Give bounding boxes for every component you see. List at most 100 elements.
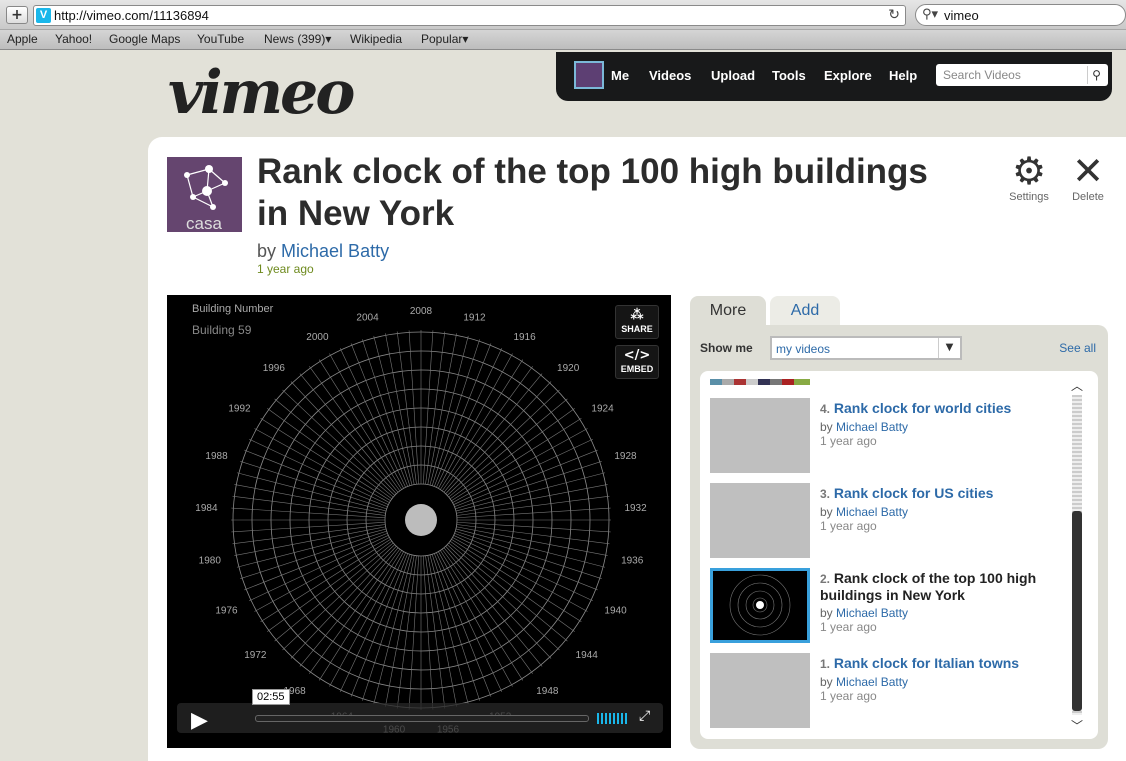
time-indicator: 02:55 <box>252 689 290 705</box>
clock-year-label: 1976 <box>215 605 238 616</box>
list-item-author[interactable]: Michael Batty <box>836 505 908 519</box>
video-player[interactable]: 2008 1912 1916 1920 1924 1928 1932 1936 1940 1944… <box>167 295 671 748</box>
progress-bar[interactable] <box>255 715 589 722</box>
filter-select[interactable]: my videos ▼ <box>770 336 962 360</box>
site-nav: Me Videos Upload Tools Explore Help Sear… <box>556 52 1112 101</box>
clock-spoke <box>408 555 420 710</box>
clock-spoke <box>452 537 588 612</box>
clock-year-label: 1924 <box>591 403 614 414</box>
clock-spoke <box>438 353 513 489</box>
clock-year-label: 1996 <box>263 363 286 374</box>
embed-button[interactable]: </> EMBED <box>615 345 659 379</box>
clock-spoke <box>244 532 388 591</box>
clock-spoke <box>234 484 386 514</box>
site-search-input[interactable]: Search Videos ⚲ <box>936 64 1108 86</box>
list-item-title[interactable]: 3. Rank clock for US cities <box>820 485 1056 502</box>
list-item-byline: by Michael Batty <box>820 675 908 689</box>
video-title: Rank clock of the top 100 high buildings… <box>257 152 928 233</box>
list-item-time: 1 year ago <box>820 620 877 634</box>
clock-spoke <box>433 553 492 697</box>
nav-me[interactable]: Me <box>611 68 629 83</box>
bookmark-google-maps[interactable]: Google Maps <box>109 32 180 46</box>
clock-spoke <box>244 449 388 508</box>
video-thumbnail[interactable] <box>710 398 810 473</box>
delete-button[interactable]: ✕ Delete <box>1063 151 1113 203</box>
clock-spoke <box>455 530 602 579</box>
user-avatar[interactable] <box>574 61 604 89</box>
list-item[interactable]: 1. Rank clock for Italian towns by Micha… <box>710 653 1060 729</box>
see-all-link[interactable]: See all <box>1059 341 1096 355</box>
clock-year-label: 2000 <box>306 332 329 343</box>
clock-spoke <box>350 343 409 487</box>
bookmark-news-label: News (399) <box>264 32 326 46</box>
reload-icon[interactable]: ↻ <box>888 7 900 23</box>
clock-year-label: 1916 <box>513 332 536 343</box>
tab-add[interactable]: Add <box>770 296 840 326</box>
list-item-number: 4. <box>820 402 831 416</box>
list-item-time: 1 year ago <box>820 689 877 703</box>
settings-button[interactable]: ⚙ Settings <box>1004 151 1054 203</box>
channel-avatar[interactable]: casa <box>167 157 242 232</box>
scroll-up-icon[interactable]: ︿ <box>1070 377 1084 394</box>
share-button[interactable]: ⁂ SHARE <box>615 305 659 339</box>
bookmark-yahoo[interactable]: Yahoo! <box>55 32 92 46</box>
nav-explore[interactable]: Explore <box>824 68 872 83</box>
nav-upload[interactable]: Upload <box>711 68 755 83</box>
gear-icon: ⚙ <box>1011 149 1047 193</box>
list-item-author[interactable]: Michael Batty <box>836 675 908 689</box>
search-icon[interactable]: ⚲ <box>1087 66 1105 84</box>
bookmark-apple[interactable]: Apple <box>7 32 38 46</box>
clock-spoke <box>234 526 386 556</box>
thumbnail-clock-icon <box>729 574 791 636</box>
address-bar[interactable]: V http://vimeo.com/11136894 ↻ <box>33 5 906 26</box>
scroll-thumb[interactable] <box>1072 511 1082 711</box>
list-item-by: by <box>820 675 833 689</box>
fullscreen-icon[interactable]: ⤢ <box>639 708 650 724</box>
nav-videos[interactable]: Videos <box>649 68 691 83</box>
nav-help[interactable]: Help <box>889 68 917 83</box>
list-item[interactable]: 3. Rank clock for US cities by Michael B… <box>710 483 1060 559</box>
nav-tools[interactable]: Tools <box>772 68 806 83</box>
clock-spoke <box>362 554 411 701</box>
vimeo-logo[interactable]: vimeo <box>168 58 355 128</box>
clock-spoke <box>385 555 415 707</box>
scroll-down-icon[interactable]: ﹀ <box>1070 717 1084 734</box>
bookmark-wikipedia[interactable]: Wikipedia <box>350 32 402 46</box>
clock-spoke <box>456 484 608 514</box>
tab-more[interactable]: More <box>690 296 766 326</box>
search-icon[interactable]: ⚲▾ <box>922 7 938 22</box>
bookmark-news[interactable]: News (399)▾ <box>264 32 331 46</box>
list-item-title[interactable]: 4. Rank clock for world cities <box>820 400 1056 417</box>
bookmark-youtube[interactable]: YouTube <box>197 32 244 46</box>
clock-spoke <box>231 521 386 533</box>
clock-year-label: 1980 <box>199 555 222 566</box>
volume-control[interactable] <box>597 713 629 724</box>
list-scrollbar[interactable]: ︿ ﹀ <box>1070 377 1084 733</box>
add-bookmark-button[interactable]: + <box>6 6 28 24</box>
close-icon: ✕ <box>1072 149 1104 193</box>
list-item-title[interactable]: 2. Rank clock of the top 100 high buildi… <box>820 570 1056 603</box>
list-item-author[interactable]: Michael Batty <box>836 606 908 620</box>
author-link[interactable]: Michael Batty <box>281 241 389 261</box>
clock-year-label: 2004 <box>356 313 379 324</box>
clock-spoke <box>362 339 411 486</box>
browser-search-field[interactable]: ⚲▾ vimeo <box>915 4 1126 26</box>
clock-spoke <box>329 551 404 687</box>
url-text[interactable]: http://vimeo.com/11136894 <box>54 8 209 23</box>
play-icon[interactable]: ▶ <box>191 708 208 733</box>
browser-search-text[interactable]: vimeo <box>944 8 979 23</box>
video-thumbnail[interactable] <box>710 483 810 558</box>
list-item-number: 2. <box>820 572 831 586</box>
list-item-current[interactable]: 2. Rank clock of the top 100 high buildi… <box>710 568 1060 644</box>
list-item-title[interactable]: 1. Rank clock for Italian towns <box>820 655 1056 672</box>
clock-spoke <box>452 428 588 503</box>
clock-spoke <box>240 530 387 579</box>
clock-year-label: 1932 <box>624 503 647 514</box>
clock-spoke <box>422 555 434 710</box>
video-thumbnail[interactable] <box>710 653 810 728</box>
clock-spoke <box>350 553 409 697</box>
list-item-author[interactable]: Michael Batty <box>836 420 908 434</box>
bookmark-popular[interactable]: Popular▾ <box>421 32 468 46</box>
video-thumbnail-current[interactable] <box>710 568 810 643</box>
list-item[interactable]: 4. Rank clock for world cities by Michae… <box>710 398 1060 474</box>
